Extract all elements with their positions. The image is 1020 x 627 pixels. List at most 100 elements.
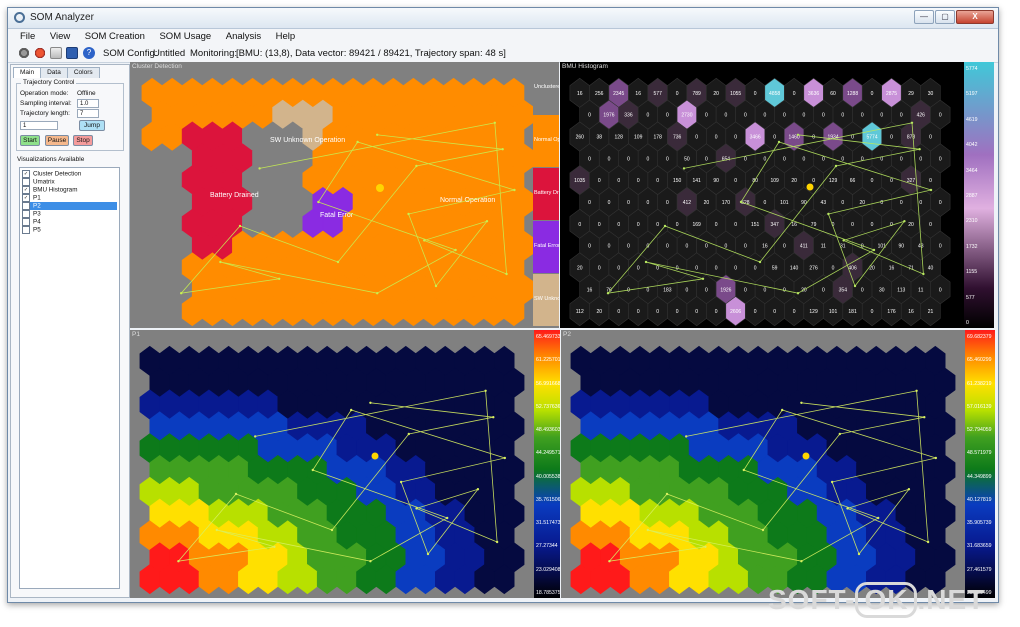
som-config-value: Untitled xyxy=(153,48,186,59)
checkbox[interactable]: ✓ xyxy=(22,202,30,210)
watermark-box: OK xyxy=(855,582,918,618)
tab-data[interactable]: Data xyxy=(40,67,68,78)
trajectory-point xyxy=(910,121,914,124)
help-icon[interactable]: ? xyxy=(83,47,95,59)
bmu-count: 16 xyxy=(889,265,895,271)
menu-view[interactable]: View xyxy=(44,29,76,44)
menu-som-usage[interactable]: SOM Usage xyxy=(153,29,217,44)
bmu-count: 0 xyxy=(871,222,874,228)
bmu-count: 0 xyxy=(725,113,728,119)
checkbox[interactable]: ✓ xyxy=(22,170,30,178)
trajectory-point xyxy=(415,507,418,510)
jump-target-input[interactable]: 1 xyxy=(20,121,58,130)
viz-item-umatrix[interactable]: Umatrix xyxy=(22,178,117,186)
checkbox[interactable]: ✓ xyxy=(22,186,30,194)
scale-tick-label: 61.225701 xyxy=(536,357,560,364)
bmu-scale: 5774 5197 4619 4042 3464 2887 2310 1732 1155 577 0 xyxy=(964,62,994,328)
bmu-count: 0 xyxy=(783,156,786,162)
bmu-count: 113 xyxy=(897,287,905,293)
start-button[interactable]: Start xyxy=(20,135,40,146)
bmu-count: 0 xyxy=(686,244,689,250)
p1-map[interactable] xyxy=(130,330,534,598)
viz-item-cluster-detection[interactable]: ✓ Cluster Detection xyxy=(22,170,117,178)
bmu-count: 0 xyxy=(744,113,747,119)
som-config-label: SOM Config: xyxy=(103,48,158,59)
bmu-count: 0 xyxy=(871,91,874,97)
cluster-map[interactable]: SW Unknown Operation Battery Drained Fatal… xyxy=(130,62,556,328)
checkbox[interactable] xyxy=(22,210,30,218)
stop-button[interactable]: Stop xyxy=(73,135,93,146)
bmu-panel-title: BMU Histogram xyxy=(562,63,608,70)
bmu-count: 0 xyxy=(637,222,640,228)
checkbox[interactable]: ✓ xyxy=(22,194,30,202)
bmu-count: 0 xyxy=(598,265,601,271)
bmu-count: 2730 xyxy=(681,113,692,119)
toolbar: ? SOM Config: Untitled Monitoring: [BMU:… xyxy=(8,44,998,63)
trajectory-point xyxy=(846,507,849,510)
bmu-count: 101 xyxy=(780,200,789,206)
trajectory-point xyxy=(446,516,449,520)
viz-item-p3[interactable]: P3 xyxy=(22,210,117,218)
bmu-count: 11 xyxy=(918,287,923,293)
visualizations-title: Visualizations Available xyxy=(17,156,85,163)
menu-file[interactable]: File xyxy=(14,29,41,44)
menu-som-creation[interactable]: SOM Creation xyxy=(79,29,151,44)
trajectory-point xyxy=(311,468,314,472)
trajectory-point xyxy=(415,164,418,168)
trajectory-length-input[interactable]: 7 xyxy=(77,109,99,118)
menu-analysis[interactable]: Analysis xyxy=(220,29,267,44)
pause-button[interactable]: Pause xyxy=(45,135,69,146)
checkbox[interactable] xyxy=(22,226,30,234)
save-icon[interactable] xyxy=(66,47,78,59)
bmu-count: 5774 xyxy=(866,135,877,141)
viz-item-p2[interactable]: ✓ P2 xyxy=(22,202,117,210)
bmu-count: 0 xyxy=(929,178,932,184)
viz-item-p1[interactable]: ✓ P1 xyxy=(22,194,117,202)
bmu-count: 0 xyxy=(793,91,796,97)
bmu-count: 129 xyxy=(829,178,838,184)
jump-button[interactable]: Jump xyxy=(79,120,105,131)
checkbox[interactable] xyxy=(22,218,30,226)
viz-item-p4[interactable]: P4 xyxy=(22,218,117,226)
trajectory-point xyxy=(258,167,261,170)
trajectory-point xyxy=(369,401,372,404)
trajectory-point xyxy=(739,200,743,204)
sampling-interval-input[interactable]: 1.0 xyxy=(77,99,99,108)
gear-icon[interactable] xyxy=(18,47,30,59)
visualizations-list[interactable]: ✓ Cluster Detection Umatrix ✓ BMU Histogram ✓… xyxy=(19,167,120,589)
title-bar[interactable]: SOM Analyzer — ▢ X xyxy=(8,8,998,29)
bmu-count: 170 xyxy=(722,200,731,206)
window-title: SOM Analyzer xyxy=(30,12,94,23)
bmu-count: 1288 xyxy=(847,91,858,97)
cluster-label: Battery Drained xyxy=(210,192,259,199)
bmu-count: 1055 xyxy=(730,91,741,97)
open-folder-icon[interactable] xyxy=(50,47,62,59)
scale-tick-label: 5774 xyxy=(966,66,978,72)
bmu-count: 0 xyxy=(900,200,903,206)
checkbox[interactable] xyxy=(22,178,30,186)
scale-tick-label: 57.016139 xyxy=(967,403,992,410)
trajectory-point xyxy=(493,121,496,124)
bmu-count: 0 xyxy=(939,287,942,293)
bug-icon[interactable] xyxy=(34,47,46,59)
bmu-count: 90 xyxy=(713,178,719,184)
p2-map[interactable] xyxy=(561,330,965,598)
trajectory-point xyxy=(485,220,489,223)
bmu-count: 0 xyxy=(822,287,825,293)
bmu-count: 150 xyxy=(673,178,682,184)
viz-item-p5[interactable]: P5 xyxy=(22,226,117,234)
close-button[interactable]: X xyxy=(956,10,994,24)
bmu-count: 1926 xyxy=(720,287,731,293)
legend-label: Unclustered xyxy=(534,84,559,90)
trajectory-point xyxy=(177,560,180,563)
bmu-count: 0 xyxy=(929,135,932,141)
trajectory-point xyxy=(834,164,838,168)
viz-item-bmu-histogram[interactable]: ✓ BMU Histogram xyxy=(22,186,117,194)
bmu-count: 40 xyxy=(928,265,934,271)
bmu-map[interactable]: 16 256 2345 16 577 0 789 20 1055 0 4858 0 3636 60 1288… xyxy=(560,62,964,328)
maximize-button[interactable]: ▢ xyxy=(935,10,955,24)
tab-colors[interactable]: Colors xyxy=(66,67,100,78)
minimize-button[interactable]: — xyxy=(914,10,934,24)
menu-help[interactable]: Help xyxy=(270,29,302,44)
tab-main[interactable]: Main xyxy=(13,67,42,78)
